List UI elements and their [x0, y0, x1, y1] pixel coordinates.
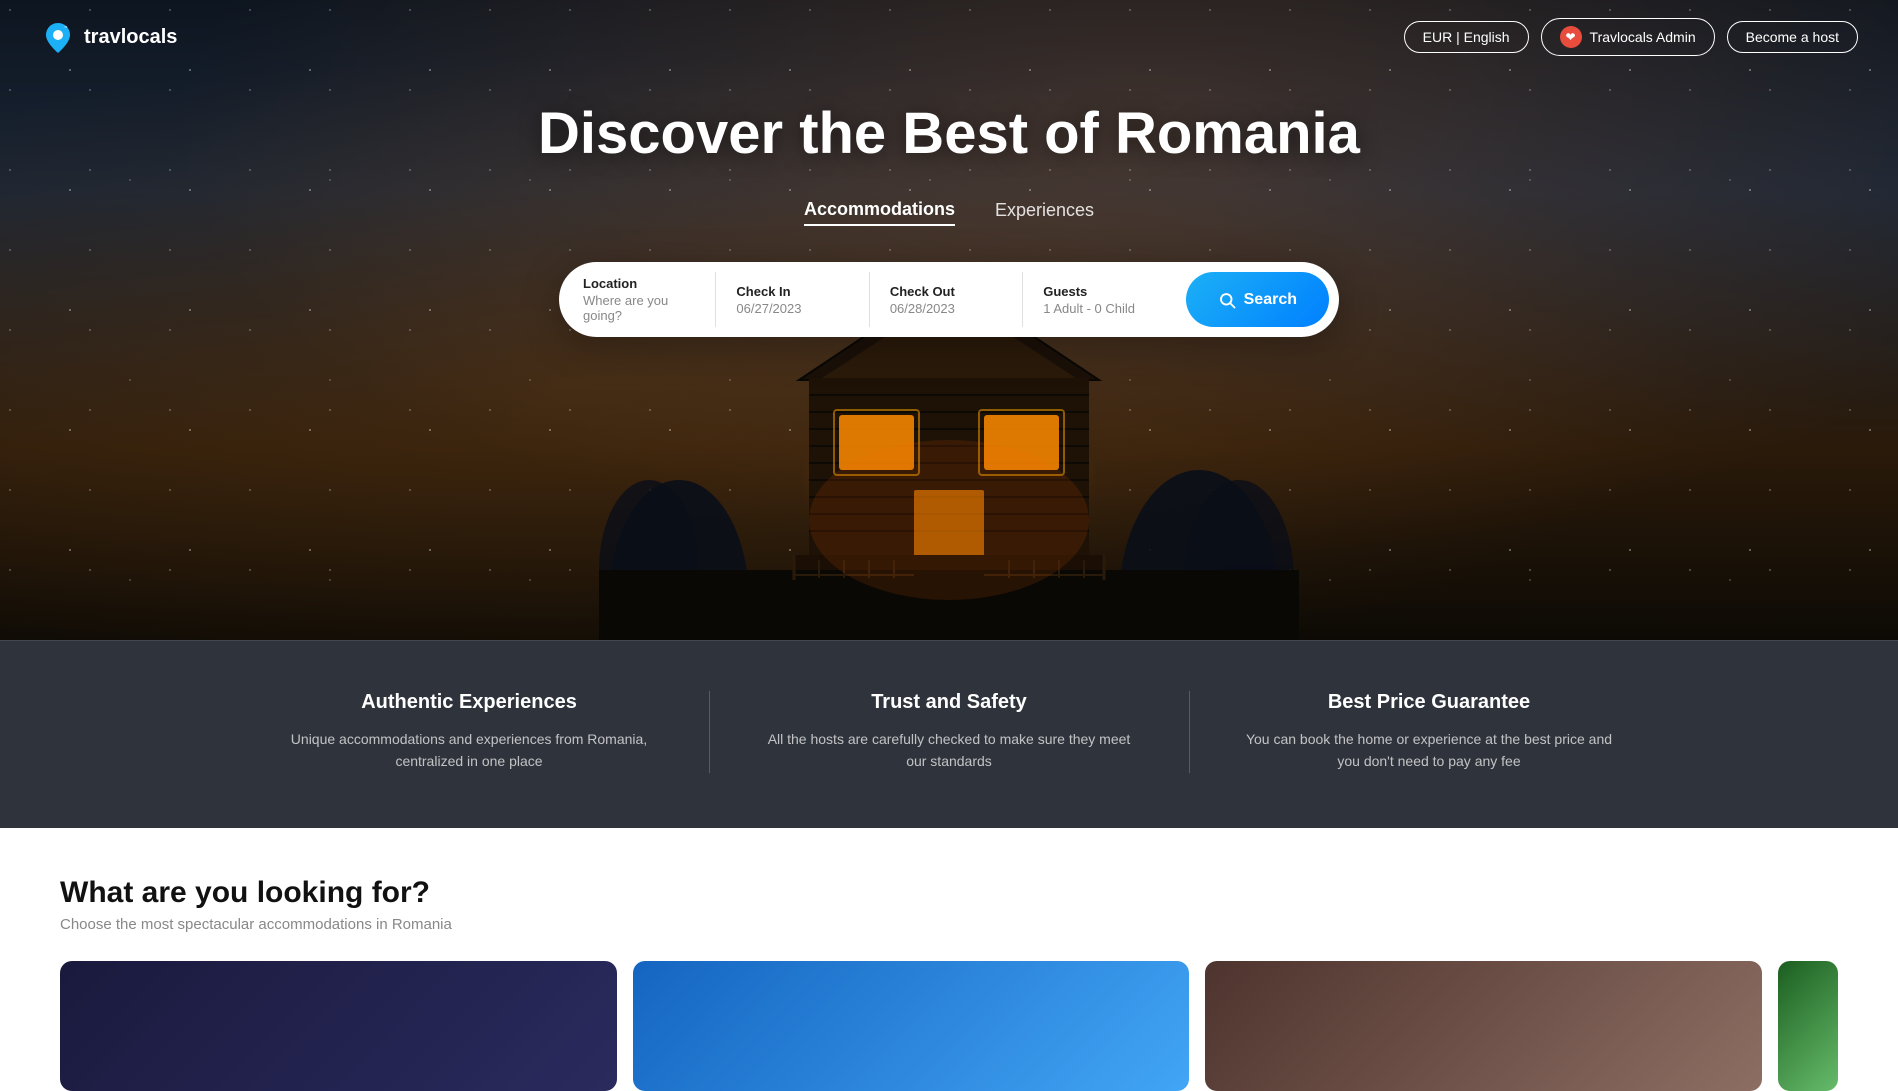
feature-authentic-title: Authentic Experiences: [279, 691, 659, 714]
feature-authentic-desc: Unique accommodations and experiences fr…: [279, 728, 659, 773]
lower-title: What are you looking for?: [60, 876, 1838, 910]
feature-price-desc: You can book the home or experience at t…: [1239, 728, 1619, 773]
lower-subtitle: Choose the most spectacular accommodatio…: [60, 916, 1838, 933]
card-2[interactable]: [633, 961, 1190, 1091]
location-field[interactable]: Location Where are you going?: [583, 272, 715, 327]
user-name: Travlocals Admin: [1590, 29, 1696, 45]
card-1[interactable]: [60, 961, 617, 1091]
location-value: Where are you going?: [583, 293, 695, 323]
become-host-btn[interactable]: Become a host: [1727, 21, 1858, 53]
category-tabs: Accommodations Experiences: [804, 199, 1094, 226]
user-avatar: ❤: [1560, 26, 1582, 48]
hero-title: Discover the Best of Romania: [538, 100, 1360, 167]
feature-trust-desc: All the hosts are carefully checked to m…: [759, 728, 1139, 773]
search-button[interactable]: Search: [1186, 272, 1329, 327]
checkin-label: Check In: [736, 284, 848, 299]
guests-value: 1 Adult - 0 Child: [1043, 301, 1155, 316]
card-3[interactable]: [1205, 961, 1762, 1091]
checkout-field[interactable]: Check Out 06/28/2023: [869, 272, 1022, 327]
feature-price: Best Price Guarantee You can book the ho…: [1189, 691, 1669, 773]
feature-trust-title: Trust and Safety: [759, 691, 1139, 714]
search-icon: [1218, 291, 1236, 309]
header: travlocals EUR | English ❤ Travlocals Ad…: [0, 0, 1898, 74]
guests-field[interactable]: Guests 1 Adult - 0 Child: [1022, 272, 1175, 327]
checkout-value: 06/28/2023: [890, 301, 1002, 316]
header-right: EUR | English ❤ Travlocals Admin Become …: [1404, 18, 1858, 56]
card-4[interactable]: [1778, 961, 1838, 1091]
checkout-label: Check Out: [890, 284, 1002, 299]
user-profile-btn[interactable]: ❤ Travlocals Admin: [1541, 18, 1715, 56]
tab-accommodations[interactable]: Accommodations: [804, 199, 955, 226]
logo[interactable]: travlocals: [40, 19, 177, 55]
location-label: Location: [583, 276, 695, 291]
tab-experiences[interactable]: Experiences: [995, 199, 1094, 226]
feature-authentic: Authentic Experiences Unique accommodati…: [229, 691, 709, 773]
features-section: Authentic Experiences Unique accommodati…: [0, 640, 1898, 828]
currency-language-btn[interactable]: EUR | English: [1404, 21, 1529, 53]
hero-section: travlocals EUR | English ❤ Travlocals Ad…: [0, 0, 1898, 640]
feature-price-title: Best Price Guarantee: [1239, 691, 1619, 714]
guests-label: Guests: [1043, 284, 1155, 299]
search-label: Search: [1244, 291, 1297, 309]
checkin-field[interactable]: Check In 06/27/2023: [715, 272, 868, 327]
logo-icon: [40, 19, 76, 55]
search-bar: Location Where are you going? Check In 0…: [559, 262, 1339, 337]
logo-text: travlocals: [84, 26, 177, 49]
lower-section: What are you looking for? Choose the mos…: [0, 828, 1898, 1091]
accommodation-cards: [60, 961, 1838, 1091]
checkin-value: 06/27/2023: [736, 301, 848, 316]
feature-trust: Trust and Safety All the hosts are caref…: [709, 691, 1189, 773]
